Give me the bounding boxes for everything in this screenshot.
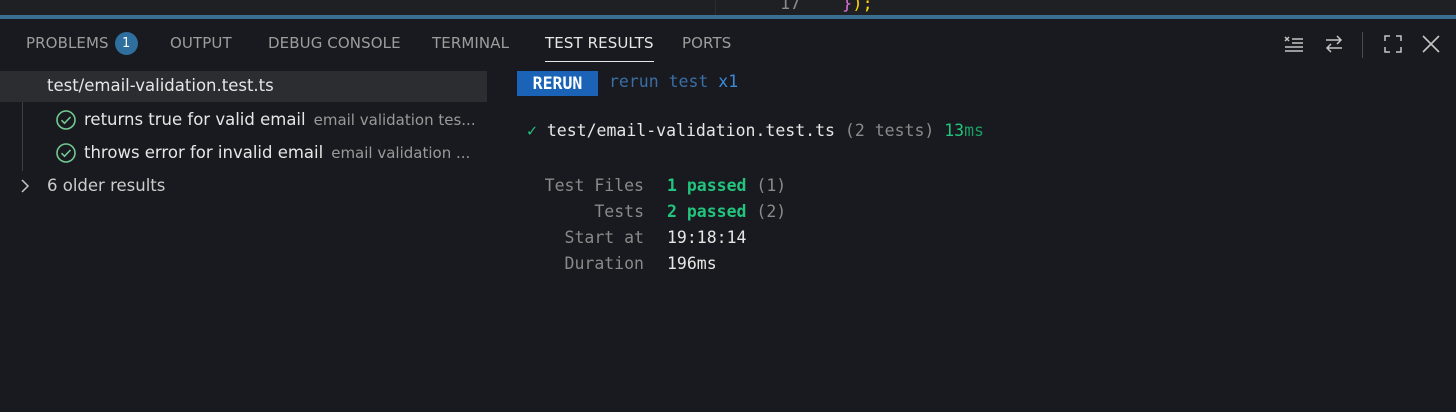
editor-divider [715, 0, 716, 15]
code-paren: ); [852, 0, 873, 14]
duration-value: 196ms [667, 254, 717, 273]
result-test-count: (2 tests) [844, 121, 935, 140]
test-files-label: Test Files [544, 176, 644, 195]
test-description: email validation tes... [313, 111, 476, 129]
start-at-value: 19:18:14 [667, 228, 747, 247]
code-line: }); [842, 0, 873, 14]
toggle-layout-icon[interactable] [1322, 32, 1346, 56]
chevron-right-icon [18, 177, 32, 199]
clear-results-icon[interactable] [1282, 32, 1306, 56]
tests-passed: 2 passed [667, 202, 747, 221]
rerun-count: x1 [718, 72, 739, 91]
test-name-label: throws error for invalid email email vali… [84, 143, 470, 162]
rerun-button[interactable]: RERUN [517, 71, 598, 96]
passed-check-icon [55, 142, 77, 168]
test-name: throws error for invalid email [84, 143, 324, 162]
tab-terminal[interactable]: TERMINAL [432, 34, 509, 52]
test-name: returns true for valid email [84, 110, 306, 129]
test-description: email validation ... [331, 144, 471, 162]
code-brace: } [842, 0, 853, 14]
duration-label: Duration [564, 254, 644, 273]
rerun-text: rerun test [609, 72, 709, 91]
tab-ports[interactable]: PORTS [682, 34, 731, 52]
tree-test-row[interactable]: throws error for invalid email email vali… [0, 138, 487, 169]
results-tree: test/email-validation.test.ts returns tr… [0, 71, 487, 412]
tests-label: Tests [594, 202, 644, 221]
start-at-label: Start at [564, 228, 644, 247]
tab-debug-console[interactable]: DEBUG CONSOLE [268, 34, 401, 52]
tab-test-results[interactable]: TEST RESULTS [545, 34, 654, 62]
problems-count-badge: 1 [114, 32, 138, 55]
line-number: 17 [780, 0, 801, 14]
editor-strip: 17 }); [0, 0, 1456, 15]
tests-value: 2 passed (2) [667, 202, 786, 221]
panel-tab-bar: PROBLEMS 1 OUTPUT DEBUG CONSOLE TERMINAL … [0, 19, 1456, 71]
tab-problems-label: PROBLEMS [26, 34, 109, 52]
tests-total: (2) [756, 202, 787, 221]
test-files-total: (1) [756, 176, 787, 195]
passed-check-icon [55, 109, 77, 135]
tree-file-label: test/email-validation.test.ts [47, 76, 274, 95]
tree-test-row[interactable]: returns true for valid email email valida… [0, 105, 487, 136]
test-files-value: 1 passed (1) [667, 176, 786, 195]
result-duration: 13ms [944, 121, 984, 140]
tree-older-results-row[interactable]: 6 older results [0, 171, 487, 202]
result-duration-value: 13 [944, 121, 965, 140]
test-files-passed: 1 passed [667, 176, 747, 195]
result-duration-unit: ms [964, 121, 984, 140]
pass-check-icon: ✓ [527, 121, 537, 140]
older-results-label: 6 older results [47, 176, 166, 195]
tree-file-row[interactable]: test/email-validation.test.ts [0, 71, 487, 102]
actions-separator [1362, 32, 1363, 58]
test-name-label: returns true for valid email email valida… [84, 110, 476, 129]
tab-problems[interactable]: PROBLEMS 1 [26, 32, 138, 55]
result-summary-line: ✓ test/email-validation.test.ts (2 tests… [527, 121, 984, 140]
tab-output[interactable]: OUTPUT [170, 34, 232, 52]
test-output: RERUN rerun test x1 ✓ test/email-validat… [517, 71, 1456, 412]
maximize-panel-icon[interactable] [1381, 32, 1405, 56]
rerun-info: rerun test x1 [609, 72, 738, 91]
close-panel-icon[interactable] [1419, 32, 1443, 56]
result-file: test/email-validation.test.ts [546, 121, 835, 140]
